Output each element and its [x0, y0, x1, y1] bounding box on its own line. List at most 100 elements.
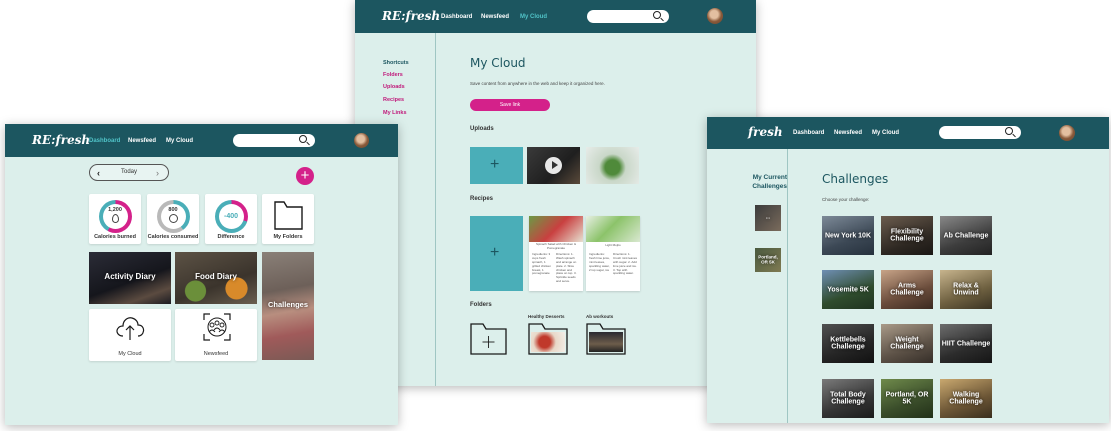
challenge-label: Relax & Unwind — [953, 282, 979, 297]
my-cloud-tile[interactable]: My Cloud — [89, 309, 171, 361]
cloud-header: RE:fresh Dashboard Newsfeed My Cloud — [355, 0, 756, 33]
challenge-tile[interactable]: Walking Challenge — [940, 379, 992, 418]
cloud-upload-icon — [116, 317, 145, 340]
newsfeed-tile[interactable]: Newsfeed — [175, 309, 257, 361]
challenges-screen: fresh Dashboard Newsfeed My Cloud My Cur… — [707, 117, 1109, 423]
challenge-tile[interactable]: Total Body Challenge — [822, 379, 874, 418]
nav-newsfeed[interactable]: Newsfeed — [481, 14, 509, 20]
date-navigator: ‹ Today › — [89, 164, 169, 181]
challenge-tile[interactable]: HIIT Challenge — [940, 324, 992, 363]
nav-newsfeed[interactable]: Newsfeed — [834, 130, 862, 136]
search-icon[interactable] — [1005, 127, 1013, 135]
challenge-tile[interactable]: Weight Challenge — [881, 324, 933, 363]
page-title: Challenges — [822, 172, 889, 186]
dashboard-header: RE:fresh Dashboard Newsfeed My Cloud — [5, 124, 398, 157]
challenge-label: HIIT Challenge — [941, 339, 991, 347]
challenge-tile[interactable]: Yosemite 5K — [822, 270, 874, 309]
food-diary-tile[interactable]: Food Diary — [175, 252, 257, 304]
difference-card[interactable]: -400 Difference — [205, 194, 257, 244]
tile-label: Challenges — [267, 300, 308, 309]
save-link-button[interactable]: Save link — [470, 99, 550, 111]
utensils-icon — [169, 214, 178, 223]
folder-label: Healthy Desserts — [528, 314, 565, 319]
recipe-card[interactable]: Spinach Salad with Chicken & Pomegranate… — [529, 216, 583, 291]
activity-diary-tile[interactable]: Activity Diary — [89, 252, 171, 304]
recipe-image — [529, 216, 583, 242]
sidebar-item-shortcuts[interactable]: Shortcuts — [383, 60, 409, 66]
search-icon[interactable] — [653, 11, 661, 19]
challenge-tile[interactable]: Arms Challenge — [881, 270, 933, 309]
page-subtitle: Choose your challenge: — [822, 197, 870, 202]
my-folders-tile[interactable]: My Folders — [262, 194, 314, 244]
video-thumbnail[interactable] — [527, 147, 580, 184]
recipe-card[interactable]: Light Mojito Ingredients: fresh lime jui… — [586, 216, 640, 291]
stat-label: Calories consumed — [147, 234, 199, 240]
nav-my-cloud[interactable]: My Cloud — [872, 130, 899, 136]
upload-image-greens[interactable] — [586, 147, 639, 184]
sidebar-item-recipes[interactable]: Recipes — [383, 97, 404, 103]
challenge-tile[interactable]: Ab Challenge — [940, 216, 992, 255]
nav-my-cloud[interactable]: My Cloud — [520, 14, 547, 20]
play-triangle — [552, 161, 558, 169]
stat-value: 1,200 — [108, 207, 122, 213]
challenge-label: New York 10K — [824, 231, 872, 239]
challenges-tile[interactable]: Challenges — [262, 252, 314, 360]
folder-label: Ab workouts — [586, 314, 614, 319]
calories-burned-card[interactable]: 1,200 Calories burned — [89, 194, 141, 244]
tile-label: My Cloud — [118, 351, 142, 357]
dashboard-screen: RE:fresh Dashboard Newsfeed My Cloud ‹ T… — [5, 124, 398, 425]
challenge-label: Total Body Challenge — [830, 391, 866, 406]
tile-label: Food Diary — [195, 272, 237, 281]
sidebar-item-uploads[interactable]: Uploads — [383, 84, 405, 90]
avatar[interactable] — [354, 133, 369, 148]
challenge-label: Walking Challenge — [949, 391, 983, 406]
add-upload-button[interactable]: + — [470, 147, 523, 184]
folder-healthy-desserts[interactable] — [528, 321, 568, 355]
nav-dashboard[interactable]: Dashboard — [441, 14, 472, 20]
sidebar-item-folders[interactable]: Folders — [383, 72, 403, 78]
brand-logo[interactable]: RE:fresh — [382, 9, 440, 23]
recipe-directions: Directions: 1. Wash spinach and arrange … — [556, 252, 577, 284]
folder-ab-workouts[interactable] — [586, 321, 626, 355]
uploads-heading: Uploads — [470, 126, 494, 132]
nav-dashboard[interactable]: Dashboard — [793, 130, 824, 136]
add-folder-icon[interactable] — [470, 320, 507, 355]
stat-value: 800 — [168, 207, 178, 213]
search-input[interactable] — [233, 134, 315, 147]
add-recipe-button[interactable]: + — [470, 216, 523, 291]
challenge-tile[interactable]: New York 10K — [822, 216, 874, 255]
brand-logo[interactable]: fresh — [748, 125, 783, 139]
calories-consumed-card[interactable]: 800 Calories consumed — [147, 194, 199, 244]
sidebar-item-my-links[interactable]: My Links — [383, 110, 407, 116]
challenge-label: Flexibility Challenge — [890, 228, 924, 243]
tile-label: Newsfeed — [203, 351, 229, 357]
challenges-header: fresh Dashboard Newsfeed My Cloud — [707, 117, 1109, 149]
plus-icon: + — [300, 167, 310, 184]
avatar[interactable] — [707, 8, 723, 24]
community-icon — [203, 313, 231, 341]
sidebar-challenge-label: Portland, OR 5K — [758, 254, 778, 264]
challenge-tile[interactable]: Kettlebells Challenge — [822, 324, 874, 363]
search-input[interactable] — [587, 10, 669, 23]
challenge-tile[interactable]: Flexibility Challenge — [881, 216, 933, 255]
brand-logo[interactable]: RE:fresh — [32, 133, 90, 147]
chevron-right-icon[interactable]: › — [156, 168, 159, 178]
flame-icon — [112, 214, 119, 223]
challenge-label: Portland, OR 5K — [885, 391, 929, 406]
sidebar-challenge-label: ... — [765, 214, 771, 221]
stat-value: -400 — [223, 213, 238, 220]
search-icon[interactable] — [299, 135, 307, 143]
avatar[interactable] — [1059, 125, 1075, 141]
search-input[interactable] — [939, 126, 1021, 139]
sidebar-challenge[interactable]: Portland, OR 5K — [755, 248, 781, 272]
nav-my-cloud[interactable]: My Cloud — [166, 138, 193, 144]
tile-label: Activity Diary — [104, 272, 156, 281]
challenge-tile[interactable]: Relax & Unwind — [940, 270, 992, 309]
nav-newsfeed[interactable]: Newsfeed — [128, 138, 156, 144]
add-button[interactable]: + — [296, 167, 314, 185]
challenge-label: Ab Challenge — [943, 231, 989, 239]
plus-icon: + — [490, 244, 500, 261]
challenge-tile[interactable]: Portland, OR 5K — [881, 379, 933, 418]
sidebar-challenge[interactable]: ... — [755, 205, 781, 231]
nav-dashboard[interactable]: Dashboard — [89, 138, 120, 144]
